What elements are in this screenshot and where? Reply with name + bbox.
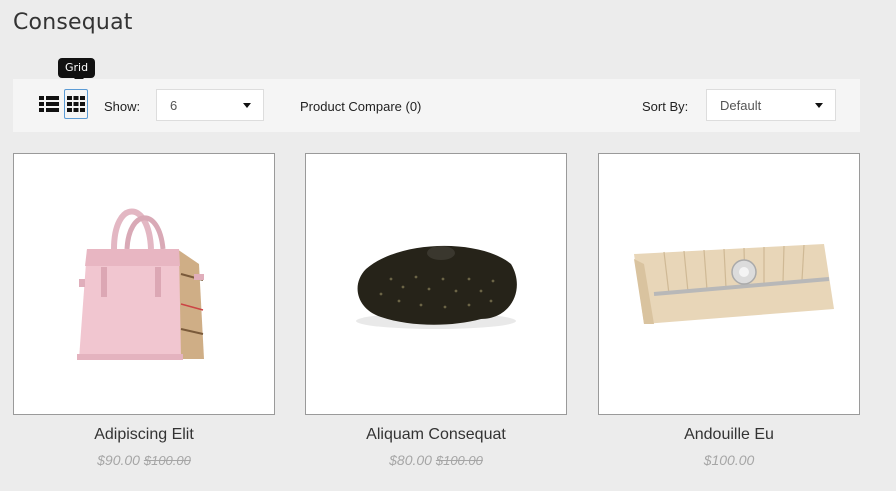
product-image-link[interactable] — [598, 153, 860, 415]
list-view-button[interactable] — [37, 89, 61, 119]
beige-clutch-image — [634, 244, 834, 324]
sale-price: $100.00 — [703, 452, 755, 468]
sort-select[interactable]: Default — [706, 89, 836, 121]
product-image-link[interactable] — [305, 153, 567, 415]
page-title: Consequat — [13, 10, 133, 35]
show-select[interactable]: 6 — [156, 89, 264, 121]
sort-select-value: Default — [720, 98, 762, 113]
grid-view-icon — [67, 96, 85, 112]
old-price: $100.00 — [143, 453, 191, 468]
product-card: Aliquam Consequat $80.00 $100.00 — [305, 153, 567, 468]
black-clutch-image — [356, 245, 517, 329]
list-view-icon — [39, 96, 59, 112]
product-price: $90.00 $100.00 — [13, 452, 275, 468]
product-price: $100.00 — [598, 452, 860, 468]
product-card: Andouille Eu $100.00 — [598, 153, 860, 468]
pink-handbag-image — [77, 208, 204, 360]
product-price: $80.00 $100.00 — [305, 452, 567, 468]
grid-tooltip: Grid — [58, 58, 96, 83]
sort-label: Sort By: — [642, 99, 689, 114]
chevron-down-icon — [243, 103, 251, 108]
show-select-value: 6 — [170, 98, 178, 113]
product-name[interactable]: Adipiscing Elit — [13, 426, 275, 444]
old-price: $100.00 — [435, 453, 483, 468]
sale-price: $80.00 — [389, 452, 432, 468]
grid-view-button[interactable] — [64, 89, 88, 119]
product-name[interactable]: Andouille Eu — [598, 426, 860, 444]
product-compare-link[interactable]: Product Compare (0) — [300, 99, 421, 114]
product-image-link[interactable] — [13, 153, 275, 415]
product-name[interactable]: Aliquam Consequat — [305, 426, 567, 444]
show-label: Show: — [104, 99, 141, 114]
chevron-down-icon — [815, 103, 823, 108]
sale-price: $90.00 — [97, 452, 140, 468]
product-toolbar: Show: 6 Product Compare (0) Sort By: Def… — [13, 79, 860, 132]
product-card: Adipiscing Elit $90.00 $100.00 — [13, 153, 275, 468]
